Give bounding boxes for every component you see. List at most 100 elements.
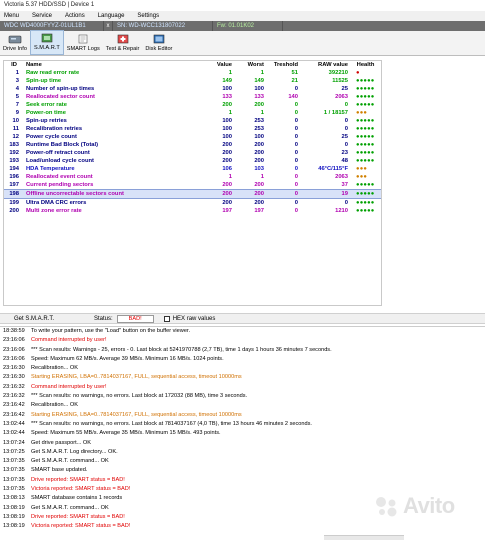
log-line: 23:16:42 Starting ERASING, LBA=0..7814037…	[0, 411, 485, 420]
log-time: 23:16:42	[3, 411, 25, 418]
smart-id: 199	[9, 200, 19, 206]
smart-worst: 253	[254, 118, 264, 124]
smart-health: ●●●●●	[356, 134, 375, 140]
smart-row-4[interactable]: 4 Number of spin-up times 100 100 0 25 ●●●●●	[4, 85, 381, 93]
smart-value: 200	[202, 189, 234, 199]
smart-row-194[interactable]: 194 HDA Temperature 106 103 0 46°C/115°F ●●●	[4, 165, 381, 173]
smart-value: 149	[222, 78, 232, 84]
drive-info-button[interactable]: Drive Info	[0, 30, 30, 55]
smart-row-183[interactable]: 183 Runtime Bad Block (Total) 200 200 0 0 ●●●●…	[4, 141, 381, 149]
col-header-name[interactable]: Name	[24, 61, 202, 69]
smart-name: Raw read error rate	[26, 70, 80, 76]
smart-name: Runtime Bad Block (Total)	[26, 142, 99, 148]
smart-name: Spin-up retries	[26, 118, 67, 124]
smart-row-192[interactable]: 192 Power-off retract count 200 200 0 23 ●●●●●	[4, 149, 381, 157]
smart-name: Offline uncorrectable sectors count	[24, 189, 202, 199]
disk-editor-button[interactable]: Disk Editor	[142, 30, 175, 55]
menu-item-settings[interactable]: Settings	[133, 11, 168, 21]
smart-row-11[interactable]: 11 Recalibration retries 100 253 0 0 ●●●●●	[4, 125, 381, 133]
hex-raw-checkbox[interactable]: HEX raw values	[163, 315, 215, 322]
log-message: Starting ERASING, LBA=0..7814037167, FUL…	[31, 374, 242, 381]
smart-logs-button[interactable]: SMART Logs	[64, 30, 103, 55]
smart-treshold: 140	[288, 94, 298, 100]
smart-raw: 392210	[328, 70, 348, 76]
smart-logs-icon	[76, 34, 90, 44]
log-line: 13:07:35 Get S.M.A.R.T. command... OK	[0, 457, 485, 466]
menu-item-service[interactable]: Service	[28, 11, 61, 21]
smart-row-198[interactable]: 198 Offline uncorrectable sectors count 20…	[4, 189, 381, 199]
smart-row-193[interactable]: 193 Load/unload cycle count 200 200 0 48 ●●●●●	[4, 157, 381, 165]
smart-raw: 23	[341, 150, 348, 156]
menu-item-actions[interactable]: Actions	[61, 11, 94, 21]
smart-treshold: 0	[294, 200, 298, 206]
smart-treshold: 0	[294, 142, 298, 148]
log-time: 23:16:30	[3, 374, 25, 381]
smart-treshold: 0	[294, 110, 298, 116]
smart-tab-button[interactable]: S.M.A.R.T	[29, 30, 64, 55]
smart-health: ●●●●●	[356, 94, 375, 100]
smart-value: 200	[222, 158, 232, 164]
smart-health: ●●●●●	[356, 142, 375, 148]
checkbox-box[interactable]	[163, 315, 170, 322]
col-header-id[interactable]: ID	[4, 61, 24, 69]
smart-name: Power-on time	[26, 110, 66, 116]
smart-raw: 25	[341, 86, 348, 92]
menu-item-language[interactable]: Language	[94, 11, 134, 21]
col-header-health[interactable]: Health	[350, 61, 381, 69]
get-smart-button[interactable]: Get S.M.A.R.T.	[14, 314, 74, 324]
smart-treshold: 21	[291, 78, 298, 84]
smart-table: ID Name Value Worst Treshold RAW value H…	[4, 61, 381, 215]
smart-row-12[interactable]: 12 Power cycle count 100 100 0 25 ●●●●●	[4, 133, 381, 141]
smart-treshold: 51	[291, 70, 298, 76]
smart-worst: 1	[260, 110, 264, 116]
log-horizontal-scrollbar[interactable]	[324, 535, 404, 540]
smart-row-10[interactable]: 10 Spin-up retries 100 253 0 0 ●●●●●	[4, 117, 381, 125]
smart-row-200[interactable]: 200 Multi zone error rate 197 197 0 1210 ●●●●●	[4, 207, 381, 215]
menu-bar: Menu Service Actions Language Settings	[0, 11, 485, 21]
smart-attributes-grid[interactable]: ID Name Value Worst Treshold RAW value H…	[3, 60, 382, 306]
smart-treshold: 0	[294, 174, 298, 180]
log-time: 23:16:32	[3, 393, 25, 400]
smart-id: 193	[9, 158, 19, 164]
smart-raw: 0	[344, 118, 348, 124]
smart-row-197[interactable]: 197 Current pending sectors 200 200 0 37 ●●●●●	[4, 181, 381, 190]
log-message: Victoria reported: SMART status = BAD!	[31, 523, 131, 530]
smart-row-7[interactable]: 7 Seek error rate 200 200 0 0 ●●●●●	[4, 101, 381, 109]
smart-row-3[interactable]: 3 Spin-up time 149 149 21 11525 ●●●●●	[4, 77, 381, 85]
smart-row-1[interactable]: 1 Raw read error rate 1 1 51 392210 ●	[4, 69, 381, 77]
smart-name: HDA Temperature	[26, 166, 75, 172]
col-header-treshold[interactable]: Treshold	[266, 61, 300, 69]
smart-id: 183	[9, 142, 19, 148]
test-repair-button[interactable]: Test & Repair	[103, 30, 143, 55]
log-line: 13:08:19 Victoria reported: SMART status …	[0, 522, 485, 531]
log-time: 13:07:35	[3, 467, 25, 474]
smart-raw: 2063	[335, 94, 348, 100]
col-header-raw[interactable]: RAW value	[300, 61, 350, 69]
col-header-worst[interactable]: Worst	[234, 61, 266, 69]
test-repair-icon	[116, 34, 130, 44]
col-header-value[interactable]: Value	[202, 61, 234, 69]
smart-row-199[interactable]: 199 Ultra DMA CRC errors 200 200 0 0 ●●●●●	[4, 199, 381, 208]
smart-value: 200	[222, 150, 232, 156]
log-message: Get drive passport... OK	[31, 439, 92, 446]
smart-name: Number of spin-up times	[26, 86, 95, 92]
smart-treshold: 0	[294, 208, 298, 214]
main-toolbar: Drive Info S.M.A.R.T SMART Logs Test & R…	[0, 30, 485, 56]
smart-worst: 100	[254, 86, 264, 92]
smart-id: 192	[9, 150, 19, 156]
smart-health: ●●●	[356, 110, 368, 116]
menu-item-menu[interactable]: Menu	[0, 11, 28, 21]
log-message: Victoria reported: SMART status = BAD!	[31, 486, 131, 493]
smart-row-196[interactable]: 196 Reallocated event count 1 1 0 2063 ●●●	[4, 173, 381, 181]
smart-name: Spin-up time	[26, 78, 62, 84]
log-line: 23:16:42 Recalibration... OK	[0, 401, 485, 410]
smart-row-5[interactable]: 5 Reallocated sector count 133 133 140 2063 ●●…	[4, 93, 381, 101]
smart-value: 100	[222, 126, 232, 132]
smart-value: 100	[222, 118, 232, 124]
avito-logo-icon	[376, 497, 397, 517]
smart-raw: 19	[300, 189, 350, 199]
smart-worst: 200	[254, 102, 264, 108]
smart-row-9[interactable]: 9 Power-on time 1 1 0 1 / 18157 ●●●	[4, 109, 381, 117]
log-time: 13:02:44	[3, 430, 25, 437]
drive-info-label: Drive Info	[3, 46, 27, 52]
